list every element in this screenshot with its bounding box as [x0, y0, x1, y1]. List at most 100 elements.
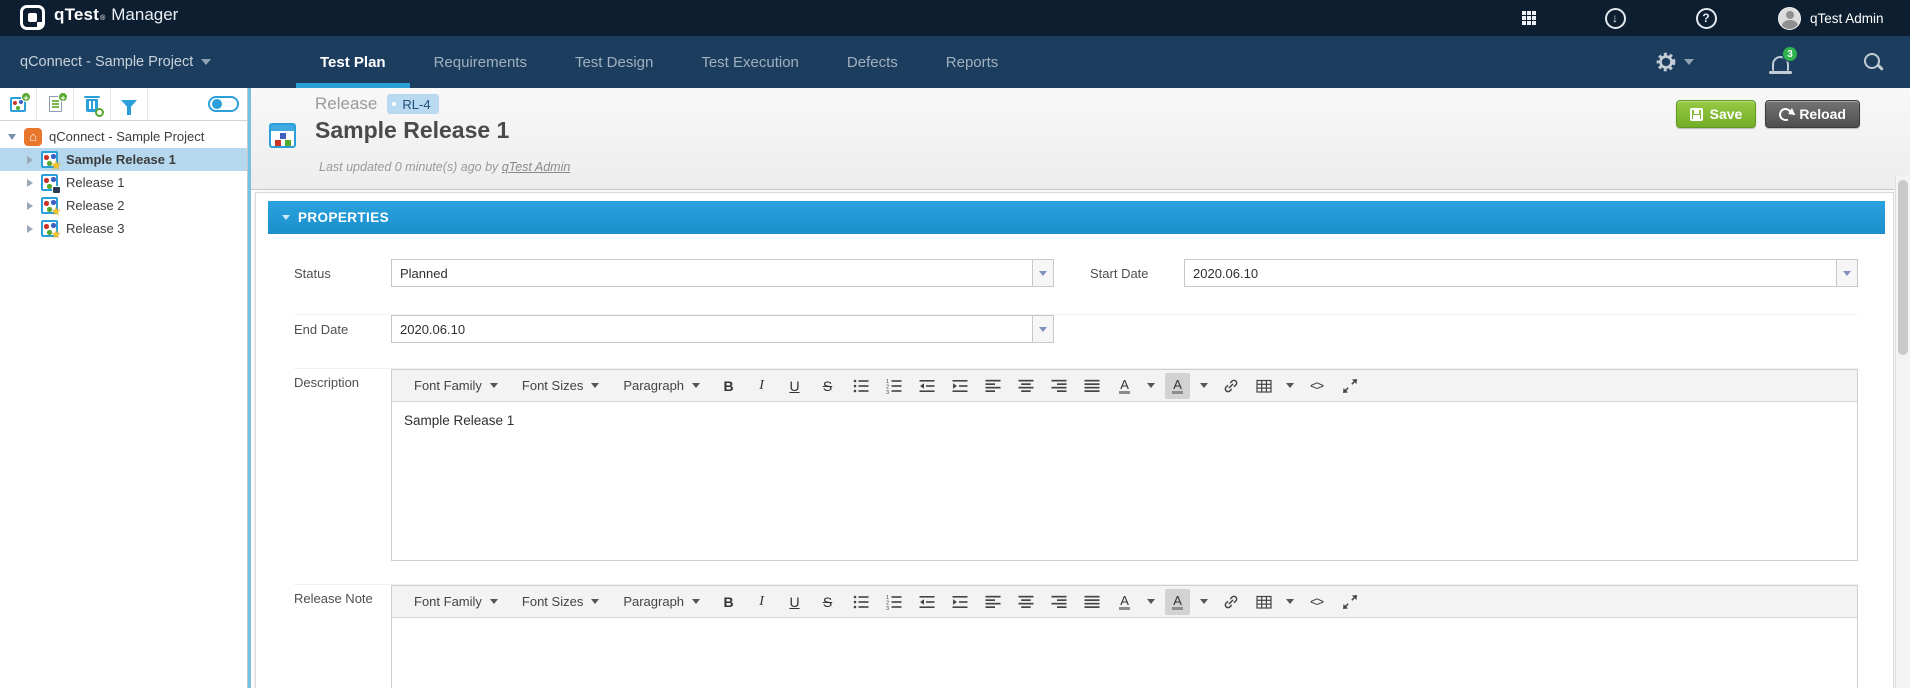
tree-item-release-1[interactable]: Release 1	[0, 171, 247, 194]
italic-button[interactable]: I	[749, 373, 774, 399]
svg-text:3: 3	[886, 390, 889, 394]
align-left-button[interactable]	[980, 589, 1005, 615]
justify-button[interactable]	[1079, 373, 1104, 399]
insert-link-button[interactable]	[1218, 589, 1243, 615]
font-family-dropdown[interactable]: Font Family	[402, 586, 510, 618]
fullscreen-icon	[1342, 378, 1357, 393]
align-center-button[interactable]	[1013, 373, 1038, 399]
bullet-list-button[interactable]	[848, 589, 873, 615]
fullscreen-button[interactable]	[1337, 589, 1362, 615]
tree-item-sample-release-1[interactable]: Sample Release 1	[0, 148, 247, 172]
download-button[interactable]: ↓	[1601, 0, 1629, 36]
qtest-manager-app: qTest ® Manager ↓ ? qTest Admin qConnect…	[0, 0, 1910, 688]
tree-toggle-switch[interactable]	[208, 96, 239, 112]
project-selector[interactable]: qConnect - Sample Project	[20, 36, 212, 88]
save-button[interactable]: Save	[1675, 100, 1757, 128]
collapse-caret-icon[interactable]	[8, 133, 16, 140]
indent-button[interactable]	[947, 373, 972, 399]
background-color-button[interactable]: A	[1165, 372, 1191, 399]
justify-button[interactable]	[1079, 589, 1104, 615]
qtest-logo[interactable]: qTest ® Manager	[20, 5, 178, 30]
end-date-value: 2020.06.10	[400, 321, 466, 337]
outdent-button[interactable]	[914, 589, 939, 615]
background-color-caret-icon[interactable]	[1200, 383, 1209, 388]
text-color-caret-icon[interactable]	[1147, 383, 1156, 388]
tab-requirements[interactable]: Requirements	[410, 36, 551, 88]
new-build-button[interactable]: +	[37, 88, 74, 120]
last-updated-user-link[interactable]: qTest Admin	[502, 160, 571, 174]
paragraph-dropdown[interactable]: Paragraph	[611, 370, 712, 402]
end-date-field[interactable]: 2020.06.10	[391, 315, 1054, 343]
font-sizes-dropdown[interactable]: Font Sizes	[510, 370, 611, 402]
tab-defects[interactable]: Defects	[823, 36, 922, 88]
font-family-dropdown[interactable]: Font Family	[402, 370, 510, 402]
description-editor-content[interactable]: Sample Release 1	[392, 402, 1857, 560]
description-editor: Font Family Font Sizes Paragraph B I U S…	[391, 369, 1858, 561]
table-caret-icon[interactable]	[1286, 599, 1295, 604]
tab-test-plan[interactable]: Test Plan	[296, 36, 410, 88]
user-menu[interactable]	[1776, 0, 1802, 36]
italic-button[interactable]: I	[749, 589, 774, 615]
align-right-button[interactable]	[1046, 373, 1071, 399]
expand-caret-icon[interactable]	[27, 224, 33, 233]
text-color-button[interactable]: A	[1112, 373, 1137, 399]
filter-button[interactable]	[111, 88, 148, 120]
insert-table-button[interactable]	[1251, 373, 1276, 399]
numbered-list-button[interactable]: 123	[881, 589, 906, 615]
help-button[interactable]: ?	[1692, 0, 1720, 36]
insert-link-button[interactable]	[1218, 373, 1243, 399]
font-sizes-dropdown[interactable]: Font Sizes	[510, 586, 611, 618]
indent-button[interactable]	[947, 589, 972, 615]
tree-item-release-3[interactable]: Release 3	[0, 217, 247, 241]
chevron-down-icon[interactable]	[1032, 316, 1053, 342]
source-code-button[interactable]: <>	[1304, 589, 1329, 615]
expand-caret-icon[interactable]	[27, 178, 33, 187]
bold-button[interactable]: B	[716, 373, 741, 399]
outdent-button[interactable]	[914, 373, 939, 399]
search-button[interactable]	[1862, 36, 1884, 88]
tree-item-project[interactable]: ⌂ qConnect - Sample Project	[0, 125, 247, 148]
tab-test-design[interactable]: Test Design	[551, 36, 677, 88]
text-color-caret-icon[interactable]	[1147, 599, 1156, 604]
chevron-down-icon[interactable]	[1032, 260, 1053, 286]
numbered-list-button[interactable]: 123	[881, 373, 906, 399]
scrollbar-thumb[interactable]	[1898, 180, 1908, 355]
align-right-button[interactable]	[1046, 589, 1071, 615]
align-left-button[interactable]	[980, 373, 1005, 399]
underline-button[interactable]: U	[782, 373, 807, 399]
tab-reports[interactable]: Reports	[922, 36, 1023, 88]
align-center-button[interactable]	[1013, 589, 1038, 615]
tree-item-label: Release 2	[66, 198, 125, 213]
table-caret-icon[interactable]	[1286, 383, 1295, 388]
tab-test-execution[interactable]: Test Execution	[677, 36, 823, 88]
start-date-field[interactable]: 2020.06.10	[1184, 259, 1858, 287]
new-release-button[interactable]: +	[0, 88, 37, 120]
bold-button[interactable]: B	[716, 589, 741, 615]
apps-grid-button[interactable]	[1515, 0, 1543, 36]
numbered-list-icon: 123	[886, 379, 902, 394]
recycle-bin-button[interactable]	[74, 88, 111, 120]
expand-caret-icon[interactable]	[27, 201, 33, 210]
chevron-down-icon[interactable]	[1836, 260, 1857, 286]
expand-caret-icon[interactable]	[27, 155, 33, 164]
background-color-button[interactable]: A	[1165, 588, 1191, 615]
fullscreen-button[interactable]	[1337, 373, 1362, 399]
properties-section-header[interactable]: PROPERTIES	[268, 201, 1885, 234]
status-dropdown[interactable]: Planned	[391, 259, 1054, 287]
strikethrough-button[interactable]: S	[815, 373, 840, 399]
paragraph-dropdown[interactable]: Paragraph	[611, 586, 712, 618]
strikethrough-button[interactable]: S	[815, 589, 840, 615]
source-code-button[interactable]: <>	[1304, 373, 1329, 399]
notifications-button[interactable]: 3	[1769, 36, 1798, 88]
reload-button[interactable]: Reload	[1765, 100, 1860, 128]
bullet-list-button[interactable]	[848, 373, 873, 399]
settings-menu[interactable]	[1655, 36, 1694, 88]
tree-item-release-2[interactable]: Release 2	[0, 194, 247, 218]
insert-table-button[interactable]	[1251, 589, 1276, 615]
username[interactable]: qTest Admin	[1810, 0, 1884, 36]
underline-button[interactable]: U	[782, 589, 807, 615]
background-color-caret-icon[interactable]	[1200, 599, 1209, 604]
vertical-scrollbar[interactable]	[1895, 176, 1910, 688]
release-note-editor-content[interactable]	[392, 618, 1857, 688]
text-color-button[interactable]: A	[1112, 589, 1137, 615]
